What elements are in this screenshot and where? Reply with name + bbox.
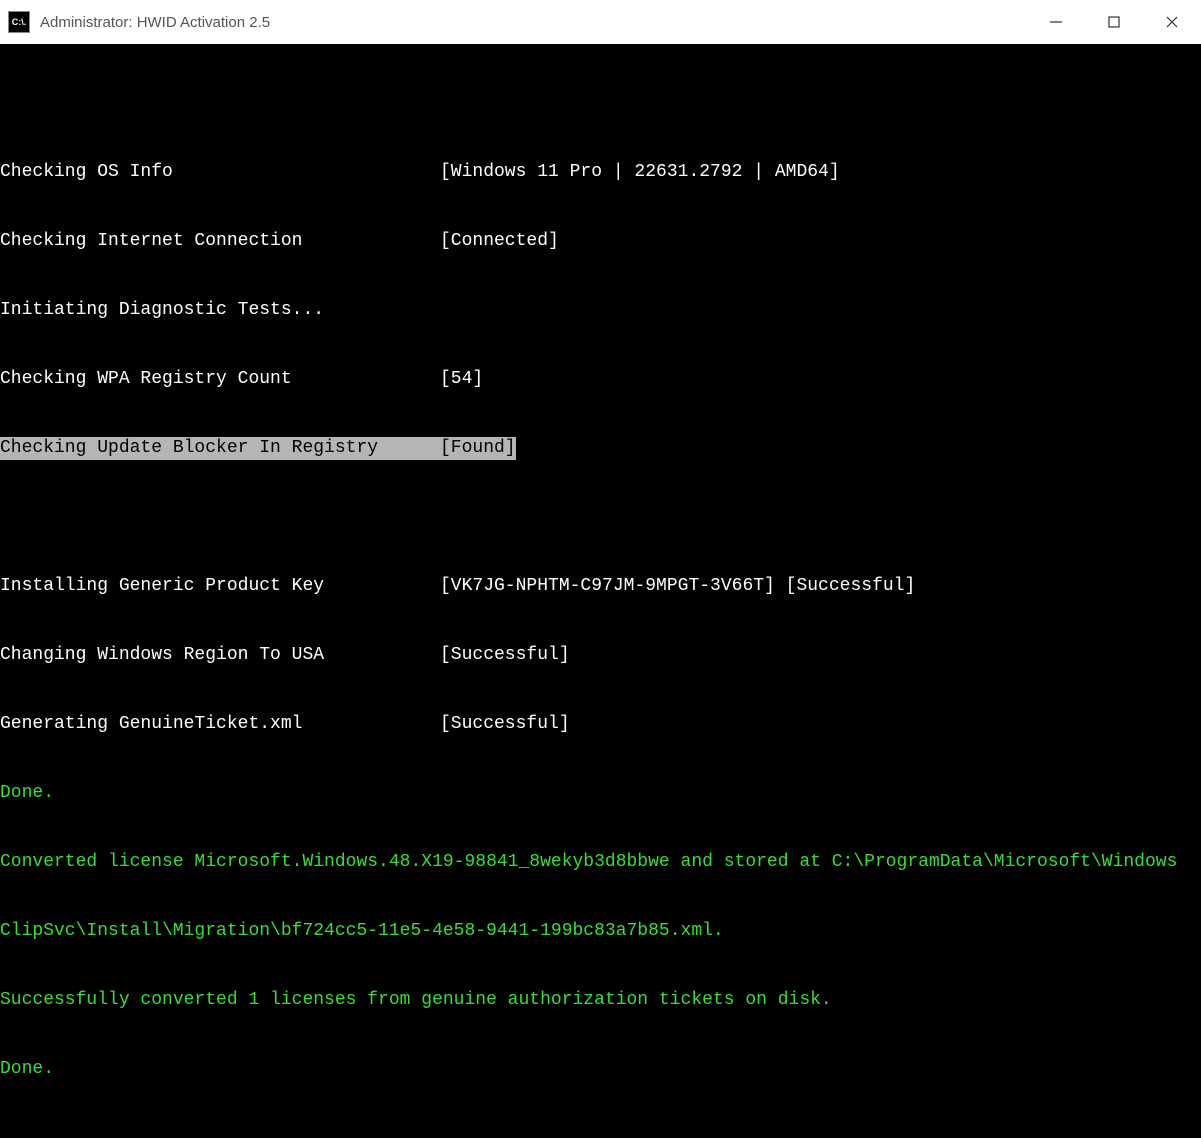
window-controls (1027, 0, 1201, 44)
region-change-value: [Successful] (440, 644, 570, 667)
ticket-label: Generating GenuineTicket.xml (0, 713, 440, 736)
wpa-value: [54] (440, 368, 483, 391)
wpa-label: Checking WPA Registry Count (0, 368, 440, 391)
ticket-value: [Successful] (440, 713, 570, 736)
update-blocker-label: Checking Update Blocker In Registry (0, 437, 440, 460)
product-key-label: Installing Generic Product Key (0, 575, 440, 598)
terminal-output: Checking OS Info [Windows 11 Pro | 22631… (0, 44, 1201, 1138)
done-line-2: Done. (0, 1058, 1201, 1081)
update-blocker-value: [Found] (440, 437, 516, 460)
product-key-value: [VK7JG-NPHTM-C97JM-9MPGT-3V66T] [Success… (440, 575, 915, 598)
update-blocker-row: Checking Update Blocker In Registry[Foun… (0, 437, 516, 460)
net-check-label: Checking Internet Connection (0, 230, 440, 253)
os-info-label: Checking OS Info (0, 161, 440, 184)
convert-line-3: Successfully converted 1 licenses from g… (0, 989, 1201, 1012)
done-line-1: Done. (0, 782, 1201, 805)
net-check-value: [Connected] (440, 230, 559, 253)
window-titlebar: C:\. Administrator: HWID Activation 2.5 (0, 0, 1201, 44)
convert-line-2: ClipSvc\Install\Migration\bf724cc5-11e5-… (0, 920, 1201, 943)
convert-line-1: Converted license Microsoft.Windows.48.X… (0, 851, 1201, 874)
maximize-button[interactable] (1085, 0, 1143, 44)
diag-line: Initiating Diagnostic Tests... (0, 299, 1201, 322)
app-icon: C:\. (8, 11, 30, 33)
os-info-value: [Windows 11 Pro | 22631.2792 | AMD64] (440, 161, 840, 184)
close-button[interactable] (1143, 0, 1201, 44)
minimize-button[interactable] (1027, 0, 1085, 44)
window-title: Administrator: HWID Activation 2.5 (40, 11, 270, 34)
region-change-label: Changing Windows Region To USA (0, 644, 440, 667)
